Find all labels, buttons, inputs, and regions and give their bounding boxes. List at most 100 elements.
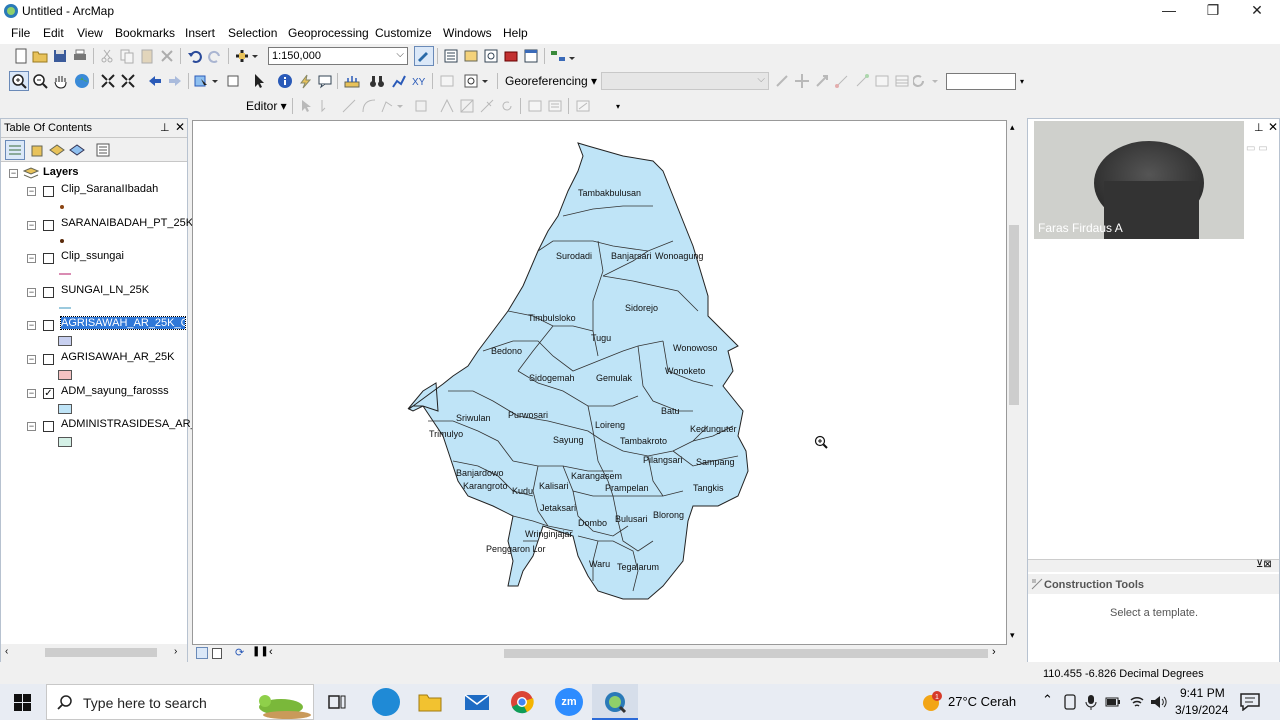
reshape-feature-icon[interactable] <box>438 98 456 114</box>
edge-browser-icon[interactable] <box>372 688 400 716</box>
create-features-icon[interactable] <box>574 98 592 114</box>
pin-icon[interactable]: ⊥ <box>160 121 170 134</box>
layer-visibility-checkbox[interactable] <box>43 186 54 197</box>
collapse-icon[interactable]: − <box>27 287 36 297</box>
panel-splitter[interactable]: ⊻⊠ <box>1028 559 1279 572</box>
refresh-icon[interactable]: ⟳ <box>235 646 244 659</box>
organize-templates-icon[interactable]: ▭ ▭ <box>1246 143 1268 154</box>
menu-bookmarks[interactable]: Bookmarks <box>115 26 175 40</box>
rotate-tool-icon[interactable] <box>773 73 791 89</box>
options-icon[interactable] <box>95 142 111 158</box>
rotate-feature-icon[interactable] <box>498 98 516 114</box>
clock-date[interactable]: 3/19/2024 <box>1175 703 1228 717</box>
microphone-icon[interactable] <box>1085 694 1097 710</box>
view-link-table-icon[interactable] <box>873 73 891 89</box>
cut-icon[interactable] <box>98 48 116 64</box>
taskbar-search-box[interactable]: Type here to search <box>46 684 314 720</box>
toc-horizontal-scrollbar[interactable]: ‹ › <box>1 644 187 662</box>
undo-icon[interactable] <box>186 48 204 64</box>
restore-button[interactable]: ❐ <box>1191 0 1235 22</box>
select-features-icon[interactable] <box>193 73 219 89</box>
layer-visibility-checkbox[interactable] <box>43 354 54 365</box>
toc-layer-item[interactable]: − SUNGAI_LN_25K <box>1 282 187 316</box>
file-explorer-icon[interactable] <box>418 691 442 713</box>
scrollbar-thumb[interactable] <box>1009 225 1019 405</box>
polygon-symbol-icon[interactable] <box>58 436 72 448</box>
new-document-icon[interactable] <box>12 48 30 64</box>
georeferencing-menu[interactable]: Georeferencing ▾ <box>505 74 597 88</box>
polygon-symbol-icon[interactable] <box>58 335 72 347</box>
collapse-icon[interactable]: − <box>27 254 36 264</box>
toc-layer-item[interactable]: − AGRISAWAH_AR_25K_Cli <box>1 315 187 349</box>
layer-name[interactable]: Clip_ssungai <box>61 250 124 262</box>
line-symbol-icon[interactable] <box>58 302 72 312</box>
edit-tool-icon[interactable] <box>296 98 314 114</box>
collapse-icon[interactable]: − <box>27 220 36 230</box>
cut-polygons-icon[interactable] <box>458 98 476 114</box>
fixed-zoom-out-icon[interactable] <box>119 73 137 89</box>
collapse-icon[interactable]: − <box>27 187 36 196</box>
close-icon[interactable]: ✕ <box>1268 120 1278 134</box>
menu-view[interactable]: View <box>77 26 103 40</box>
menu-customize[interactable]: Customize <box>375 26 432 40</box>
edit-vertices-icon[interactable] <box>412 98 430 114</box>
scroll-right-icon[interactable]: › <box>174 646 177 657</box>
add-control-points-icon[interactable] <box>833 73 851 89</box>
catalog-icon[interactable] <box>462 48 480 64</box>
scroll-down-icon[interactable]: ▾ <box>1010 630 1015 641</box>
menu-help[interactable]: Help <box>503 26 528 40</box>
modelbuilder-icon[interactable] <box>549 48 575 64</box>
clear-selection-icon[interactable] <box>224 73 242 89</box>
link-table-grid-icon[interactable] <box>893 73 911 89</box>
layer-visibility-checkbox[interactable] <box>43 421 54 433</box>
copy-icon[interactable] <box>118 48 136 64</box>
close-icon[interactable]: ✕ <box>175 120 185 134</box>
back-arrow-icon[interactable] <box>146 73 164 89</box>
toc-layer-item[interactable]: − ADMINISTRASIDESA_AR_2 <box>1 416 203 450</box>
time-slider-icon[interactable] <box>438 73 456 89</box>
pin-icon[interactable]: ⊥ <box>1254 121 1264 134</box>
select-elements-arrow-icon[interactable] <box>250 73 268 89</box>
minimize-button[interactable]: — <box>1147 0 1191 22</box>
scroll-left-icon[interactable]: ‹ <box>269 646 273 658</box>
layer-visibility-checkbox[interactable] <box>43 320 54 332</box>
trace-icon[interactable] <box>380 98 406 114</box>
scroll-left-icon[interactable]: ‹ <box>5 646 8 657</box>
paste-icon[interactable] <box>138 48 156 64</box>
add-data-icon[interactable] <box>234 48 260 64</box>
data-view-icon[interactable] <box>196 647 208 659</box>
clock-time[interactable]: 9:41 PM <box>1180 686 1225 700</box>
list-by-drawing-order-icon[interactable] <box>5 140 25 160</box>
menu-file[interactable]: File <box>11 26 30 40</box>
layout-view-icon[interactable] <box>212 648 222 659</box>
collapse-icon[interactable]: − <box>27 321 36 331</box>
toc-layer-item[interactable]: − Clip_ssungai <box>1 248 187 282</box>
add-control-points-2-icon[interactable] <box>853 73 871 89</box>
zoom-in-icon[interactable] <box>9 71 29 91</box>
splitter-options-icon[interactable]: ⊻⊠ <box>1256 559 1272 570</box>
polygon-symbol-icon[interactable] <box>58 369 72 380</box>
toolbar-overflow-icon[interactable]: ▾ <box>1020 77 1024 86</box>
toc-layer-item[interactable]: − Clip_SaranaIIbadah <box>1 181 187 215</box>
georeferencing-layer-combobox[interactable]: ⌵ <box>601 72 769 90</box>
layer-visibility-checkbox[interactable]: ✓ <box>43 387 54 399</box>
layer-visibility-checkbox[interactable] <box>43 286 54 298</box>
shift-tool-icon[interactable] <box>793 73 811 89</box>
measure-icon[interactable] <box>343 73 361 89</box>
layer-name[interactable]: SUNGAI_LN_25K <box>61 284 149 296</box>
weather-text[interactable]: 27°C Cerah <box>948 694 1016 709</box>
map-horizontal-scrollbar[interactable]: ⟳ ❚❚ ‹ › <box>192 645 1007 662</box>
layer-visibility-checkbox[interactable] <box>43 253 54 265</box>
pause-drawing-icon[interactable]: ❚❚ <box>252 646 269 657</box>
open-folder-icon[interactable] <box>31 48 49 64</box>
rotate-map-icon[interactable] <box>913 73 939 89</box>
menu-windows[interactable]: Windows <box>443 26 492 40</box>
arctoolbox-icon[interactable] <box>502 48 520 64</box>
save-icon[interactable] <box>51 48 69 64</box>
collapse-icon[interactable]: − <box>27 355 36 364</box>
rotation-angle-input[interactable] <box>946 73 1016 90</box>
go-to-xy-icon[interactable]: XY <box>410 73 428 89</box>
create-viewer-window-icon[interactable] <box>463 73 489 89</box>
toc-layer-item[interactable]: − AGRISAWAH_AR_25K <box>1 349 187 383</box>
layer-visibility-checkbox[interactable] <box>43 219 54 231</box>
